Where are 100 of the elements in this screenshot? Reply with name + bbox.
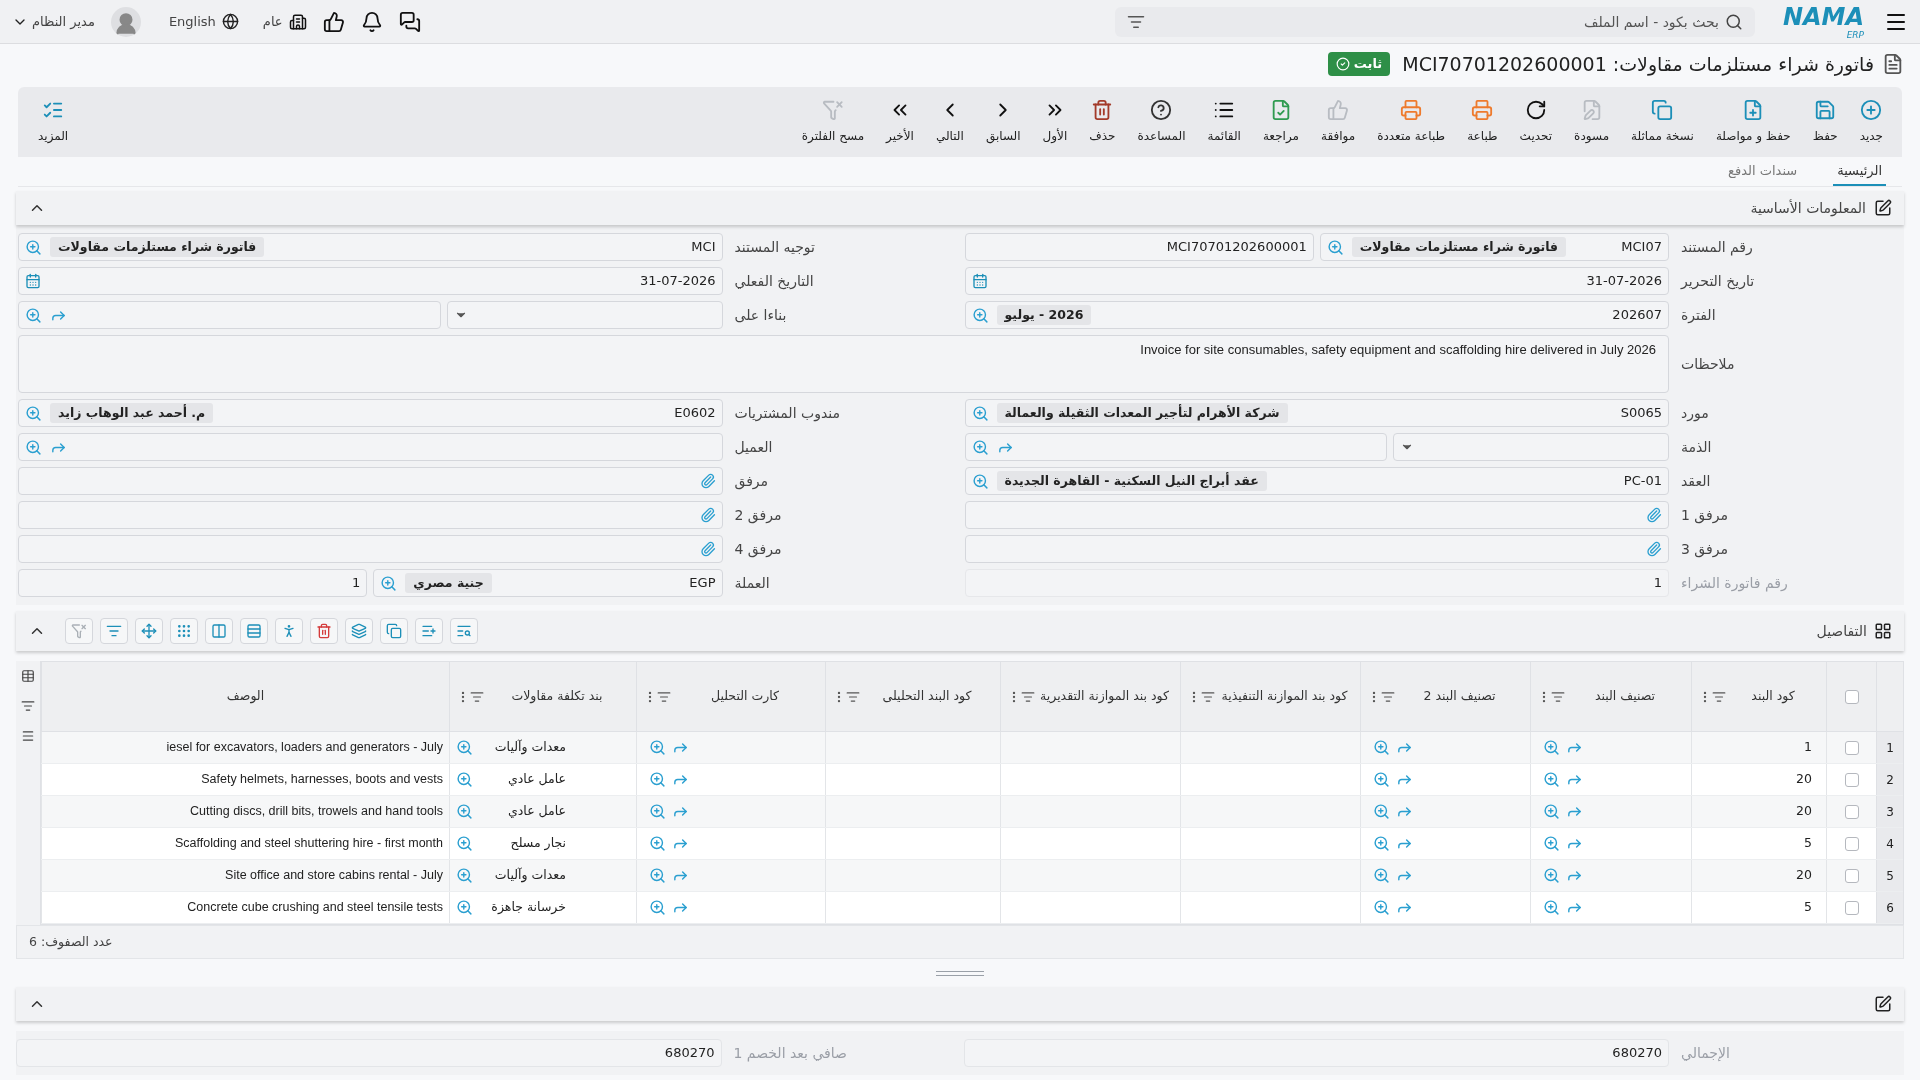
toolbar-button[interactable]: حفظ و مواصلة (1704, 99, 1802, 145)
search-plus-icon[interactable] (1373, 739, 1390, 756)
thumbs-up-icon[interactable] (322, 10, 345, 33)
input-field[interactable]: 680270 (16, 1039, 722, 1067)
paperclip-icon[interactable] (699, 541, 716, 557)
toolbar-button[interactable]: حذف (1078, 99, 1127, 145)
notes-field[interactable]: Invoice for site consumables, safety equipment and scaffolding hire delivered in July 2026 (18, 335, 1669, 393)
edit-icon[interactable] (1874, 995, 1892, 1013)
toolbar-button[interactable]: المساعدة (1126, 99, 1197, 145)
search-plus-icon[interactable] (456, 771, 473, 788)
chat-icon[interactable] (398, 10, 421, 33)
attachment-field[interactable] (18, 467, 723, 495)
row-checkbox[interactable] (1844, 900, 1859, 915)
table-tool-button[interactable] (310, 618, 338, 644)
column-header[interactable]: كود بند الموازنة التقديرية (1000, 662, 1180, 731)
search-plus-icon[interactable] (971, 438, 989, 456)
search-field[interactable]: بحث بكود - اسم الملف (1114, 6, 1755, 37)
resize-handle[interactable] (936, 970, 984, 976)
search-plus-icon[interactable] (1543, 803, 1560, 820)
table-tool-button[interactable] (205, 618, 233, 644)
lookup-field[interactable] (964, 433, 1387, 461)
toolbar-button[interactable]: حفظ (1801, 99, 1849, 145)
filter-icon[interactable] (846, 689, 860, 704)
column-header[interactable]: الوصف (41, 662, 449, 731)
search-plus-icon[interactable] (971, 404, 989, 422)
bell-icon[interactable] (360, 10, 383, 33)
paperclip-icon[interactable] (699, 473, 716, 489)
row-checkbox[interactable] (1844, 836, 1859, 851)
filter-icon[interactable] (657, 689, 671, 704)
column-header[interactable]: بند تكلفة مقاولات (449, 662, 636, 731)
table-tool-button[interactable] (345, 618, 373, 644)
paperclip-icon[interactable] (699, 507, 716, 523)
table-tool-button[interactable] (135, 618, 163, 644)
table-tool-button[interactable] (380, 618, 408, 644)
table-tool-button[interactable] (275, 618, 303, 644)
search-plus-icon[interactable] (1543, 867, 1560, 884)
toolbar-button[interactable]: القائمة (1196, 99, 1252, 145)
input-field[interactable]: MCI70701202600001 (964, 233, 1314, 261)
search-plus-icon[interactable] (456, 803, 473, 820)
search-plus-icon[interactable] (25, 238, 42, 256)
language-button[interactable]: English (168, 11, 239, 32)
search-plus-icon[interactable] (1373, 867, 1390, 884)
tab[interactable]: الرئيسية (1833, 160, 1886, 186)
search-plus-icon[interactable] (1373, 803, 1390, 820)
dropdown-field[interactable] (1393, 433, 1669, 461)
filter-icon[interactable] (1712, 689, 1726, 704)
input-field[interactable]: 680270 (963, 1039, 1669, 1067)
search-plus-icon[interactable] (1373, 835, 1390, 852)
toolbar-button[interactable]: مراجعة (1251, 99, 1310, 145)
search-plus-icon[interactable] (1373, 899, 1390, 916)
search-plus-icon[interactable] (1543, 835, 1560, 852)
column-header[interactable]: كود البند (1691, 662, 1826, 731)
attachment-field[interactable] (964, 501, 1669, 529)
column-header[interactable]: كارت التحليل (636, 662, 825, 731)
filter-icon[interactable] (21, 699, 35, 713)
input-field[interactable]: 1 (18, 569, 368, 597)
table-tool-button[interactable] (450, 618, 478, 644)
toolbar-button[interactable]: نسخة مماثلة (1620, 99, 1705, 145)
toolbar-button[interactable]: الأول (1031, 99, 1079, 145)
search-plus-icon[interactable] (649, 835, 666, 852)
search-plus-icon[interactable] (649, 867, 666, 884)
search-plus-icon[interactable] (1326, 238, 1344, 256)
search-plus-icon[interactable] (1543, 739, 1560, 756)
row-checkbox[interactable] (1844, 740, 1859, 755)
calendar-icon[interactable] (971, 273, 988, 289)
search-plus-icon[interactable] (456, 867, 473, 884)
column-header[interactable]: كود البند التحليلى (825, 662, 1000, 731)
dropdown-field[interactable] (446, 301, 723, 329)
date-field[interactable]: 31-07-2026 (964, 267, 1669, 295)
more-button[interactable]: المزيد (26, 99, 81, 145)
search-plus-icon[interactable] (971, 306, 989, 324)
table-tool-button[interactable] (65, 618, 93, 644)
attachment-field[interactable] (964, 535, 1669, 563)
date-field[interactable]: 31-07-2026 (18, 267, 723, 295)
search-plus-icon[interactable] (649, 771, 666, 788)
lookup-field[interactable] (18, 433, 723, 461)
search-plus-icon[interactable] (1373, 771, 1390, 788)
search-plus-icon[interactable] (456, 739, 473, 756)
filter-icon[interactable] (1021, 689, 1035, 704)
row-checkbox[interactable] (1844, 689, 1859, 704)
toolbar-button[interactable]: السابق (974, 99, 1032, 145)
search-plus-icon[interactable] (1543, 771, 1560, 788)
search-plus-icon[interactable] (456, 835, 473, 852)
calendar-icon[interactable] (25, 273, 41, 289)
row-checkbox[interactable] (1844, 772, 1859, 787)
search-plus-icon[interactable] (649, 899, 666, 916)
toolbar-button[interactable]: التالي (924, 99, 975, 145)
paperclip-icon[interactable] (1646, 507, 1662, 523)
search-plus-icon[interactable] (649, 739, 666, 756)
toolbar-button[interactable]: طباعة متعددة (1366, 99, 1457, 145)
toolbar-button[interactable]: جديد (1848, 99, 1894, 145)
search-plus-icon[interactable] (25, 306, 42, 324)
avatar[interactable] (110, 6, 141, 37)
search-plus-icon[interactable] (1543, 899, 1560, 916)
search-plus-icon[interactable] (25, 404, 42, 422)
column-header[interactable]: تصنيف البند 2 (1360, 662, 1530, 731)
toolbar-button[interactable]: طباعة (1456, 99, 1509, 145)
column-header[interactable]: تصنيف البند (1530, 662, 1691, 731)
attachment-field[interactable] (18, 535, 723, 563)
table-tool-button[interactable] (240, 618, 268, 644)
